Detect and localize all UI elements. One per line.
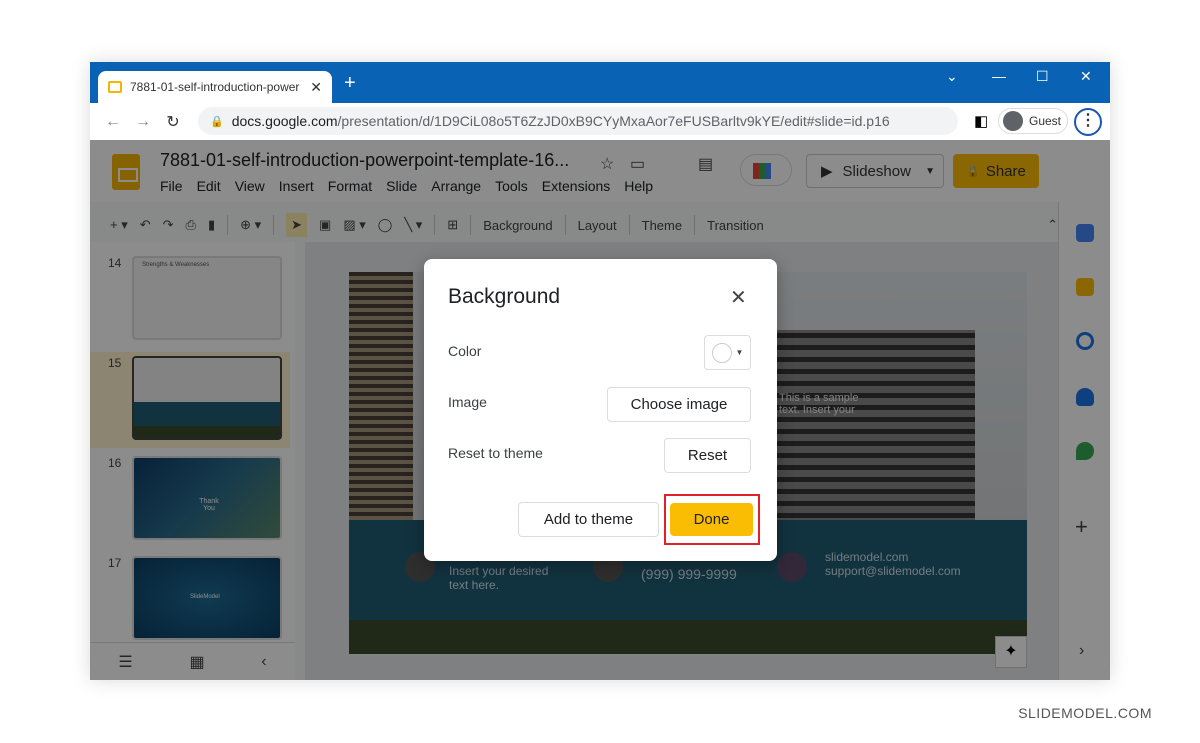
slides-favicon-icon [108,81,122,93]
close-tab-icon[interactable]: ✕ [310,79,322,96]
profile-button[interactable]: Guest [998,108,1068,134]
back-icon[interactable]: ← [98,113,128,131]
forward-icon[interactable]: → [128,113,158,131]
url-path: /presentation/d/1D9CiL08o5T6ZzJD0xB9CYyM… [337,113,890,129]
add-to-theme-button[interactable]: Add to theme [518,502,659,537]
dialog-title: Background [448,285,561,308]
lock-icon: 🔒 [210,115,224,128]
reload-icon[interactable]: ↻ [158,112,188,132]
color-label: Color [448,343,482,359]
more-menu-icon[interactable]: ⋮ [1074,108,1102,136]
color-picker[interactable]: ▼ [704,335,751,370]
chevron-down-icon: ▼ [735,348,744,357]
avatar [1003,111,1023,131]
browser-window: 7881-01-self-introduction-power ✕ + ⌄ — … [90,62,1110,680]
url-input[interactable]: 🔒 docs.google.com /presentation/d/1D9CiL… [198,107,958,135]
browser-tab[interactable]: 7881-01-self-introduction-power ✕ [98,71,332,103]
watermark: SLIDEMODEL.COM [1018,705,1152,721]
tab-title: 7881-01-self-introduction-power [130,80,300,94]
tab-search-icon[interactable]: ⌄ [946,68,958,85]
url-domain: docs.google.com [231,113,338,129]
reset-button[interactable]: Reset [664,438,751,473]
profile-label: Guest [1029,114,1062,128]
choose-image-button[interactable]: Choose image [607,387,751,422]
maximize-icon[interactable]: ☐ [1036,68,1049,85]
minimize-icon[interactable]: — [992,68,1006,84]
close-icon[interactable]: ✕ [730,285,747,310]
tab-bar: 7881-01-self-introduction-power ✕ + ⌄ — … [90,62,1110,103]
done-highlight-box [664,494,760,545]
color-swatch [711,342,732,363]
new-tab-icon[interactable]: + [344,72,356,95]
close-window-icon[interactable]: ✕ [1080,68,1092,85]
reset-label: Reset to theme [448,445,543,461]
background-dialog: Background ✕ Color ▼ Image Choose image … [424,259,777,561]
address-bar-row: ← → ↻ 🔒 docs.google.com /presentation/d/… [90,103,1110,140]
side-panel-icon[interactable]: ◧ [974,112,988,130]
image-label: Image [448,394,487,410]
